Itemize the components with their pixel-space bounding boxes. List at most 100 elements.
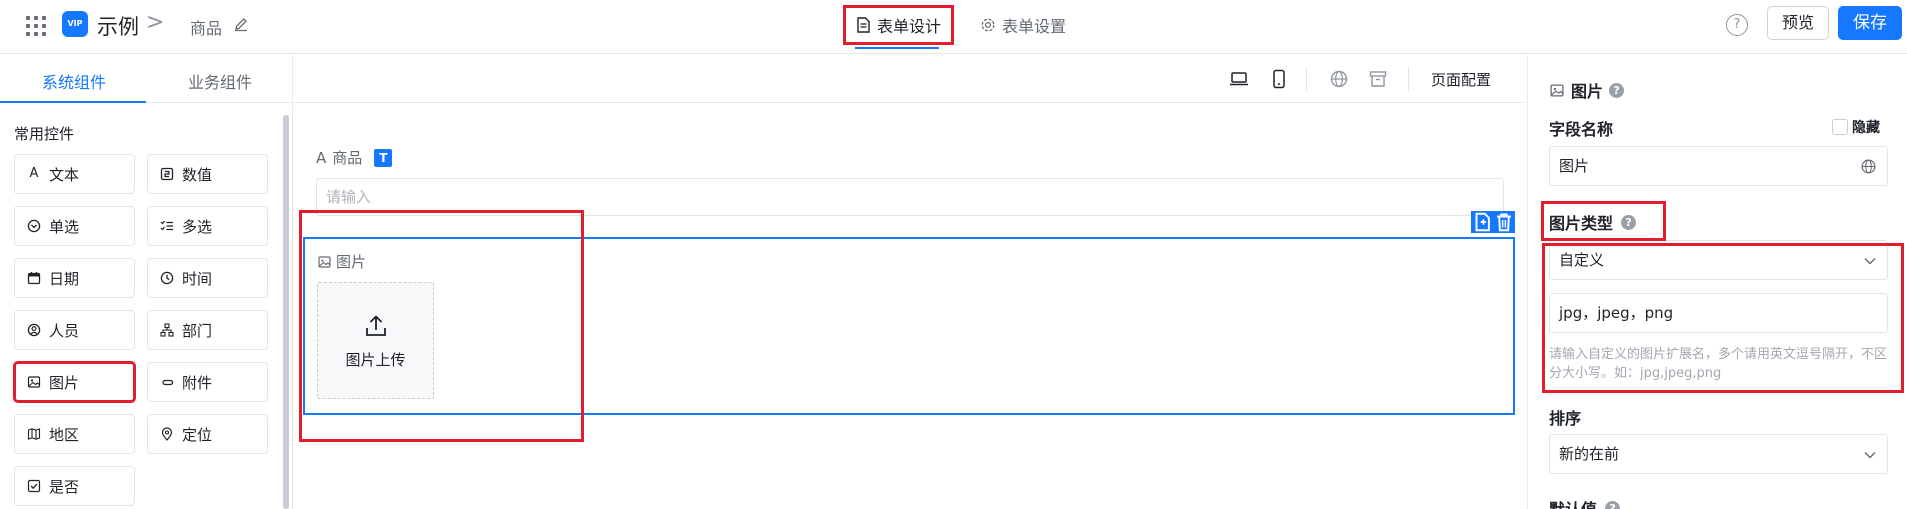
component-radio[interactable]: 单选 [14, 206, 135, 246]
component-member[interactable]: 人员 [14, 310, 135, 350]
image-field-label-text: 图片 [336, 253, 367, 271]
upload-icon [366, 315, 386, 336]
component-label: 文本 [49, 165, 80, 184]
image-type-select[interactable]: 自定义 [1549, 240, 1888, 280]
copy-field-icon[interactable] [1471, 211, 1493, 233]
hide-field-checkbox[interactable]: 隐藏 [1832, 117, 1880, 137]
sidebar-scrollbar[interactable] [283, 115, 289, 509]
image-type-label-text: 图片类型 [1549, 214, 1614, 233]
page-config-button[interactable]: 页面配置 [1431, 69, 1491, 90]
component-time[interactable]: 时间 [147, 258, 268, 298]
component-label: 日期 [49, 269, 80, 288]
calendar-icon [27, 272, 41, 285]
tab-system-components[interactable]: 系统组件 [42, 69, 106, 93]
chevron-down-icon [1864, 452, 1876, 459]
globe-icon[interactable] [1860, 158, 1877, 175]
component-yes-no[interactable]: 是否 [14, 466, 135, 506]
properties-panel: 图片 ? 字段名称 隐藏 图片 图片类型 ? 自定义 jpg，jpeg，png … [1527, 55, 1907, 509]
field-name-input[interactable]: 图片 [1549, 146, 1888, 186]
app-logo: VIP [62, 11, 88, 37]
group-title-common-controls: 常用控件 [14, 125, 75, 143]
chevron-down-icon [1864, 258, 1876, 265]
tab-form-settings[interactable]: 表单设置 [970, 8, 1076, 42]
clock-icon [160, 271, 174, 285]
edit-icon[interactable] [233, 16, 249, 32]
image-type-label: 图片类型 ? [1549, 210, 1637, 234]
field-label-text: 商品 [332, 149, 363, 167]
tab-form-settings-label: 表单设置 [1002, 17, 1067, 36]
breadcrumb-page-name: 商品 [190, 19, 223, 38]
component-checklist[interactable]: 多选 [147, 206, 268, 246]
archive-icon[interactable] [1368, 69, 1388, 89]
field-name-value: 图片 [1559, 157, 1590, 175]
radio-icon [27, 219, 41, 233]
component-label: 时间 [182, 269, 213, 288]
sort-label-text: 排序 [1549, 409, 1582, 428]
toolbar-divider [1408, 67, 1409, 91]
component-date[interactable]: 日期 [14, 258, 135, 298]
component-label: 多选 [182, 217, 213, 236]
mobile-view-icon[interactable] [1269, 69, 1289, 89]
extensions-value: jpg，jpeg，png [1559, 304, 1674, 322]
desktop-view-icon[interactable] [1229, 69, 1249, 89]
component-region[interactable]: 地区 [14, 414, 135, 454]
attachment-icon [162, 379, 174, 386]
product-text-input[interactable]: 请输入 [316, 178, 1504, 216]
question-icon[interactable]: ? [1621, 214, 1637, 230]
image-icon [318, 255, 331, 268]
sort-select[interactable]: 新的在前 [1549, 434, 1888, 474]
hide-label: 隐藏 [1852, 120, 1880, 136]
component-sidebar: 系统组件 业务组件 常用控件 A 文本 数值 单选 多选 日期 时间 人员 部门… [0, 55, 293, 509]
app-title[interactable]: 示例 [97, 11, 139, 41]
org-icon [160, 323, 174, 337]
component-label: 是否 [49, 477, 80, 496]
question-icon[interactable]: ? [1609, 82, 1625, 98]
top-bar: VIP 示例 > 商品 表单设计 表单设置 ? 预览 保存 [0, 0, 1907, 54]
extensions-help-text: 请输入自定义的图片扩展名，多个请用英文逗号隔开，不区分大小写。如：jpg,jpe… [1549, 347, 1888, 381]
checkbox-icon [27, 479, 41, 493]
component-number[interactable]: 数值 [147, 154, 268, 194]
default-value-label-text: 默认值 [1549, 496, 1597, 509]
tab-business-components[interactable]: 业务组件 [188, 69, 252, 93]
image-field-label: 图片 [317, 251, 366, 272]
image-type-value: 自定义 [1559, 251, 1605, 269]
help-icon[interactable]: ? [1726, 14, 1748, 36]
component-label: 部门 [182, 321, 213, 340]
text-badge-icon: T [374, 148, 393, 167]
field-label-product: A 商品 T [316, 147, 393, 168]
component-label: 定位 [182, 425, 213, 444]
text-icon: A [29, 166, 39, 181]
component-location[interactable]: 定位 [147, 414, 268, 454]
text-type-icon: A [316, 148, 327, 167]
field-name-label-text: 字段名称 [1549, 120, 1614, 139]
component-label: 人员 [49, 321, 80, 340]
save-button[interactable]: 保存 [1838, 6, 1902, 40]
extensions-input[interactable]: jpg，jpeg，png [1549, 293, 1888, 333]
component-attachment[interactable]: 附件 [147, 362, 268, 402]
field-actions [1471, 211, 1515, 233]
image-upload-box[interactable]: 图片上传 [317, 282, 434, 399]
component-label: 图片 [49, 373, 80, 392]
component-text[interactable]: A 文本 [14, 154, 135, 194]
component-department[interactable]: 部门 [147, 310, 268, 350]
tab-form-design[interactable]: 表单设计 [842, 5, 955, 45]
image-field-selected[interactable]: 图片 图片上传 [303, 237, 1515, 415]
checkbox-box[interactable] [1832, 119, 1848, 135]
field-name-label: 字段名称 [1549, 116, 1613, 140]
app-grid-icon[interactable] [24, 14, 46, 36]
image-icon [1550, 84, 1564, 96]
location-icon [161, 427, 173, 441]
upload-label: 图片上传 [345, 351, 406, 369]
checklist-icon [160, 220, 173, 231]
map-icon [27, 428, 41, 440]
breadcrumb-chevron-icon: > [146, 10, 165, 35]
sidebar-tab-indicator [0, 101, 146, 103]
canvas-toolbar: 页面配置 [294, 55, 1526, 103]
component-image[interactable]: 图片 [13, 361, 136, 403]
preview-button[interactable]: 预览 [1767, 6, 1829, 40]
question-icon[interactable]: ? [1605, 500, 1621, 509]
component-label: 地区 [49, 425, 80, 444]
globe-icon[interactable] [1329, 69, 1349, 89]
delete-field-icon[interactable] [1493, 211, 1515, 233]
panel-title: 图片 ? [1549, 78, 1625, 102]
